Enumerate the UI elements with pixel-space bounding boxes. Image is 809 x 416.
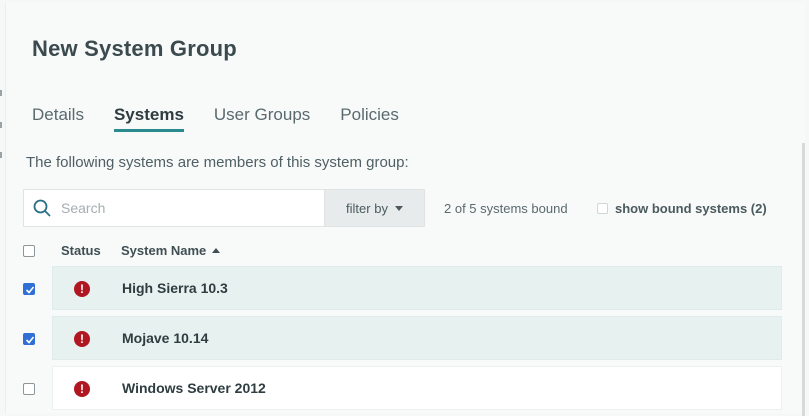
table-header: Status System Name [6, 241, 806, 263]
select-all-checkbox[interactable] [23, 245, 35, 257]
error-status-icon: ! [74, 281, 90, 297]
checkmark-icon [25, 336, 35, 344]
checkmark-icon [25, 286, 35, 294]
row-checkbox[interactable] [23, 283, 35, 295]
systems-description: The following systems are members of thi… [26, 154, 409, 171]
dialog-title: New System Group [32, 36, 237, 61]
show-bound-toggle[interactable]: show bound systems (2) [597, 201, 767, 216]
column-header-status: Status [61, 243, 101, 258]
row-checkbox[interactable] [23, 383, 35, 395]
system-name: Mojave 10.14 [122, 330, 209, 346]
column-header-system-name[interactable]: System Name [121, 243, 221, 258]
chevron-down-icon [394, 205, 403, 211]
filter-by-button[interactable]: filter by [324, 189, 425, 227]
tab-details[interactable]: Details [32, 105, 84, 130]
system-name-header-label: System Name [121, 243, 207, 258]
table-row[interactable]: ! Windows Server 2012 [52, 366, 782, 410]
show-bound-checkbox[interactable] [597, 203, 608, 214]
error-status-icon: ! [74, 381, 90, 397]
system-name: Windows Server 2012 [122, 380, 266, 396]
filter-by-label: filter by [346, 200, 388, 216]
search-box[interactable] [23, 189, 325, 227]
sort-ascending-icon [212, 248, 221, 253]
error-status-icon: ! [74, 331, 90, 347]
tab-systems[interactable]: Systems [113, 105, 184, 132]
tab-policies[interactable]: Policies [340, 105, 399, 130]
table-row[interactable]: ! Mojave 10.14 [52, 316, 782, 360]
table-row[interactable]: ! High Sierra 10.3 [52, 266, 782, 310]
tab-user-groups[interactable]: User Groups [214, 105, 310, 130]
row-checkbox[interactable] [23, 333, 35, 345]
new-system-group-panel: New System Group Details Systems User Gr… [5, 3, 806, 416]
scrollbar[interactable] [802, 143, 805, 416]
search-input[interactable] [61, 200, 301, 216]
bound-count-text: 2 of 5 systems bound [444, 201, 568, 216]
tab-bar: Details Systems User Groups Policies [32, 105, 429, 132]
search-icon [33, 199, 51, 217]
show-bound-label: show bound systems (2) [615, 201, 767, 216]
system-name: High Sierra 10.3 [122, 280, 228, 296]
